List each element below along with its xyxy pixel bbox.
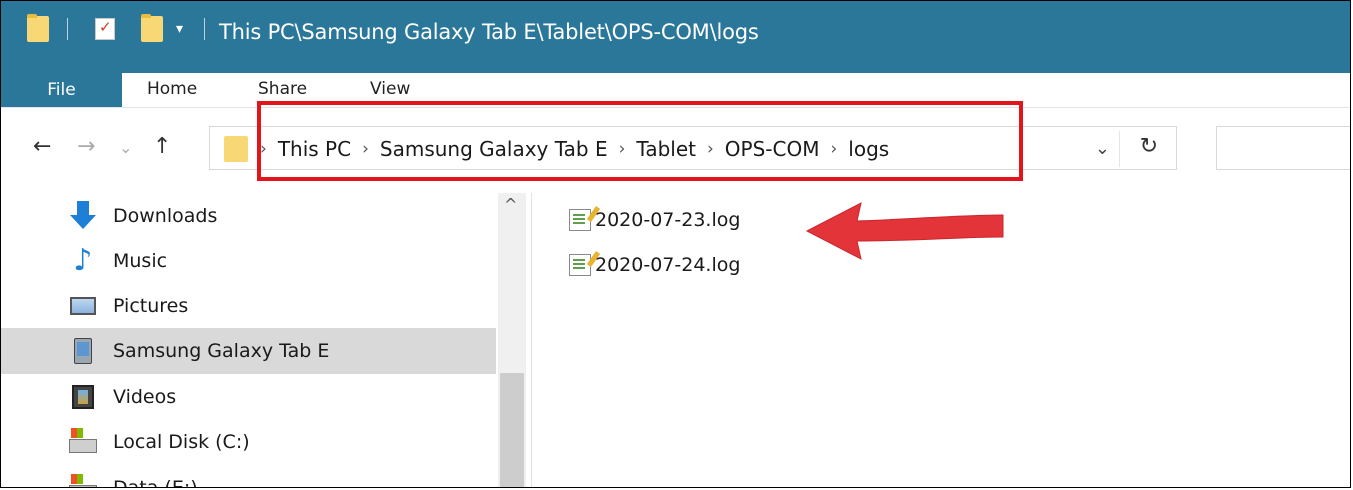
file-name: 2020-07-23.log — [595, 209, 741, 231]
local-disk-icon — [69, 428, 97, 456]
file-name: 2020-07-24.log — [595, 254, 741, 276]
recent-locations-icon[interactable]: ⌄ — [119, 138, 132, 157]
nav-item-samsung-galaxy-tab-e[interactable]: Samsung Galaxy Tab E — [1, 328, 496, 374]
drive-icon — [69, 474, 97, 487]
nav-pane-scrollbar[interactable]: ^ — [498, 193, 526, 487]
app-folder-icon — [27, 14, 49, 43]
ribbon-tabs: File Home Share View — [1, 73, 1350, 108]
nav-item-label: Music — [113, 250, 168, 272]
nav-item-label: Videos — [113, 386, 177, 408]
nav-item-pictures[interactable]: Pictures — [1, 283, 496, 329]
toolbar-separator — [204, 15, 205, 43]
tab-home[interactable]: Home — [147, 79, 197, 99]
nav-item-label: Local Disk (C:) — [113, 431, 250, 453]
customize-quick-access-dropdown[interactable]: ▾ — [176, 15, 183, 43]
pictures-icon — [69, 292, 97, 320]
file-item[interactable]: 2020-07-23.log — [569, 206, 740, 234]
device-icon — [69, 337, 97, 365]
address-divider — [1119, 131, 1120, 167]
nav-item-label: Pictures — [113, 295, 189, 317]
tab-view[interactable]: View — [370, 79, 410, 99]
breadcrumb-separator[interactable]: › — [707, 139, 714, 159]
scroll-thumb[interactable] — [500, 373, 524, 487]
annotation-arrow — [805, 202, 1004, 260]
downloads-icon — [69, 201, 97, 230]
videos-icon — [69, 383, 97, 411]
up-icon[interactable]: ↑ — [153, 134, 171, 159]
address-dropdown-icon[interactable]: ⌄ — [1095, 138, 1110, 159]
scroll-up-icon[interactable]: ^ — [504, 195, 517, 214]
nav-item-data-e[interactable]: Data (E:) — [1, 465, 496, 488]
breadcrumb-separator[interactable]: › — [362, 139, 369, 159]
nav-item-music[interactable]: ♪ Music — [1, 238, 496, 284]
music-icon: ♪ — [73, 243, 93, 278]
forward-icon[interactable]: → — [77, 134, 95, 159]
nav-item-local-disk-c[interactable]: Local Disk (C:) — [1, 419, 496, 465]
back-icon[interactable]: ← — [33, 134, 51, 159]
nav-item-label: Samsung Galaxy Tab E — [113, 340, 330, 362]
breadcrumb: › This PC › Samsung Galaxy Tab E › Table… — [260, 137, 889, 161]
search-input[interactable] — [1216, 126, 1350, 170]
nav-item-downloads[interactable]: Downloads — [1, 193, 496, 239]
explorer-window: ▾ This PC\Samsung Galaxy Tab E\Tablet\OP… — [0, 0, 1351, 488]
navigation-pane: Downloads ♪ Music Pictures Samsung Galax… — [1, 193, 496, 488]
nav-item-label: Data (E:) — [113, 477, 198, 488]
nav-item-label: Downloads — [113, 205, 218, 227]
log-file-icon — [569, 254, 591, 276]
breadcrumb-ops-com[interactable]: OPS-COM — [725, 137, 820, 161]
breadcrumb-separator[interactable]: › — [830, 139, 837, 159]
breadcrumb-samsung-galaxy-tab-e[interactable]: Samsung Galaxy Tab E — [380, 137, 608, 161]
toolbar-separator — [67, 15, 68, 43]
tab-share[interactable]: Share — [258, 79, 307, 99]
address-row: ← → ⌄ ↑ › This PC › Samsung Galaxy Tab E… — [1, 108, 1350, 198]
breadcrumb-tablet[interactable]: Tablet — [636, 137, 696, 161]
properties-icon[interactable] — [95, 15, 115, 43]
breadcrumb-separator[interactable]: › — [260, 139, 267, 159]
title-bar: ▾ This PC\Samsung Galaxy Tab E\Tablet\OP… — [1, 1, 1350, 73]
window-title: This PC\Samsung Galaxy Tab E\Tablet\OPS-… — [219, 20, 759, 44]
address-bar[interactable]: › This PC › Samsung Galaxy Tab E › Table… — [209, 126, 1177, 170]
breadcrumb-separator[interactable]: › — [619, 139, 626, 159]
folder-icon — [224, 136, 248, 162]
new-folder-icon[interactable] — [141, 14, 163, 43]
tab-file[interactable]: File — [1, 73, 122, 107]
breadcrumb-this-pc[interactable]: This PC — [278, 137, 351, 161]
nav-item-videos[interactable]: Videos — [1, 374, 496, 420]
pane-divider[interactable] — [531, 193, 532, 487]
file-item[interactable]: 2020-07-24.log — [569, 251, 740, 279]
log-file-icon — [569, 209, 591, 231]
refresh-icon[interactable]: ↻ — [1140, 134, 1158, 159]
breadcrumb-logs[interactable]: logs — [848, 137, 889, 161]
